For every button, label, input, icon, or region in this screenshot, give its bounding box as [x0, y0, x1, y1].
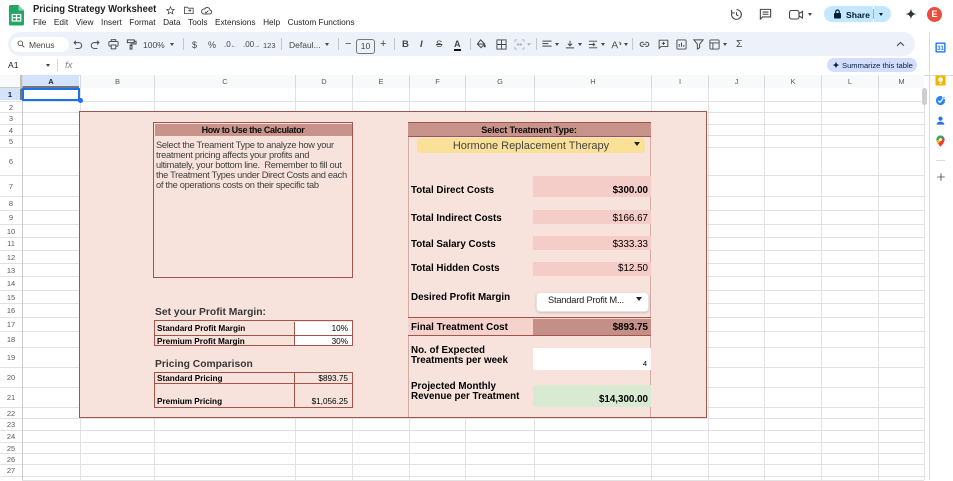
svg-text:31: 31 [937, 46, 944, 52]
